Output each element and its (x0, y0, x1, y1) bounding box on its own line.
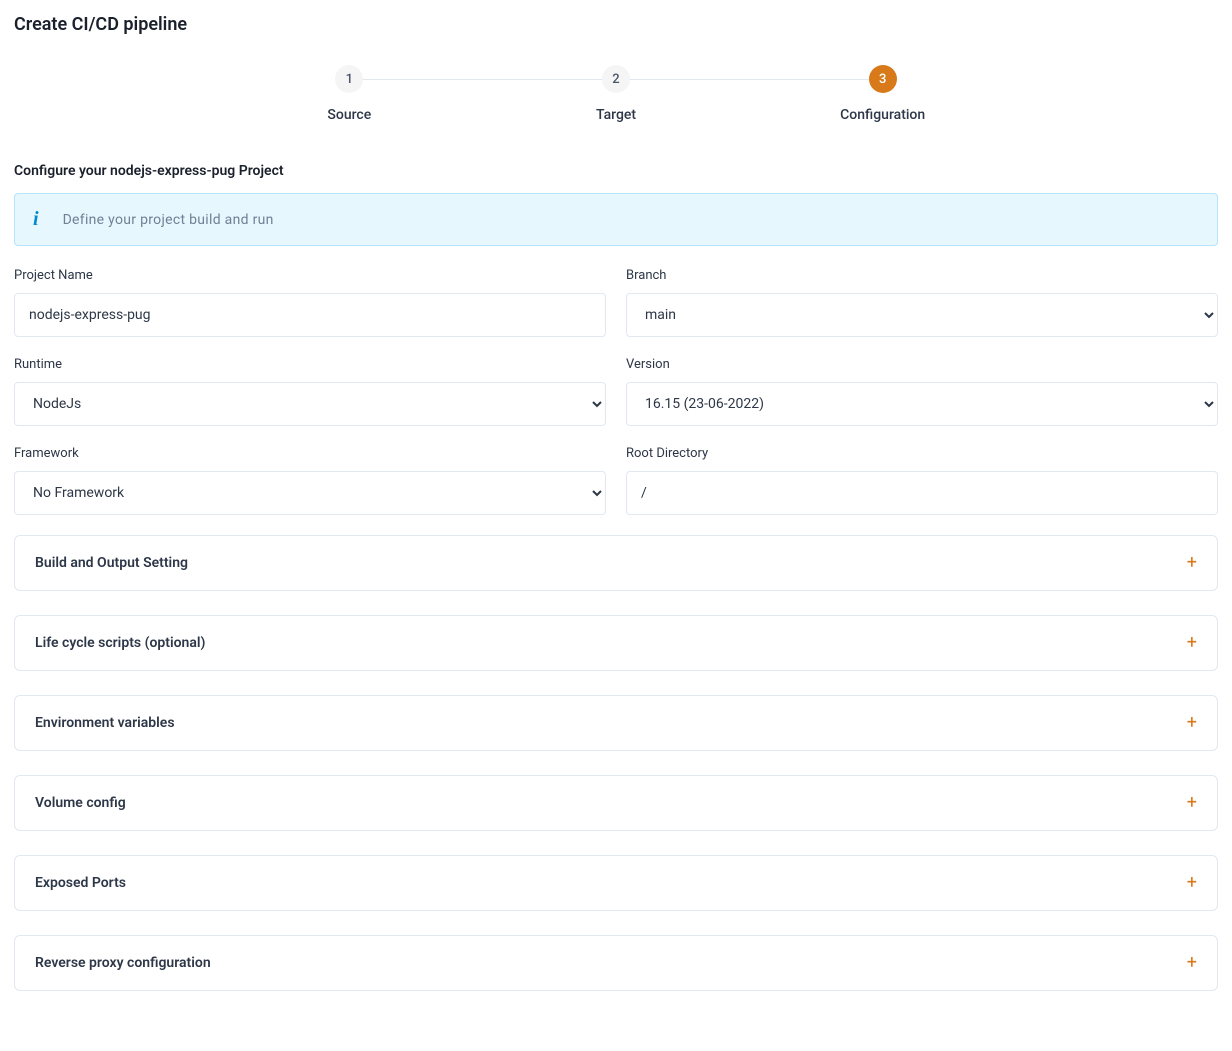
framework-select[interactable]: No Framework (14, 471, 606, 515)
version-group: Version 16.15 (23-06-2022) (626, 357, 1218, 426)
step-label: Source (327, 107, 371, 123)
runtime-label: Runtime (14, 357, 606, 372)
section-heading: Configure your nodejs-express-pug Projec… (14, 163, 1218, 179)
step-label: Target (596, 107, 636, 123)
info-box: i Define your project build and run (14, 193, 1218, 246)
accordion-title: Exposed Ports (35, 875, 126, 891)
plus-icon: + (1187, 634, 1197, 652)
version-label: Version (626, 357, 1218, 372)
framework-group: Framework No Framework (14, 446, 606, 515)
accordion-title: Reverse proxy configuration (35, 955, 211, 971)
page-title: Create CI/CD pipeline (14, 14, 1218, 35)
accordion-title: Life cycle scripts (optional) (35, 635, 205, 651)
step-label: Configuration (840, 107, 925, 123)
accordion-environment-variables[interactable]: Environment variables + (14, 695, 1218, 751)
step-number: 3 (869, 65, 897, 93)
version-select[interactable]: 16.15 (23-06-2022) (626, 382, 1218, 426)
accordion-title: Volume config (35, 795, 126, 811)
step-number: 1 (335, 65, 363, 93)
root-directory-input[interactable] (626, 471, 1218, 515)
accordion-reverse-proxy[interactable]: Reverse proxy configuration + (14, 935, 1218, 991)
runtime-group: Runtime NodeJs (14, 357, 606, 426)
accordion-build-output[interactable]: Build and Output Setting + (14, 535, 1218, 591)
branch-select[interactable]: main (626, 293, 1218, 337)
step-source[interactable]: 1 Source (216, 65, 483, 123)
plus-icon: + (1187, 714, 1197, 732)
plus-icon: + (1187, 554, 1197, 572)
accordion-lifecycle-scripts[interactable]: Life cycle scripts (optional) + (14, 615, 1218, 671)
project-name-input[interactable] (14, 293, 606, 337)
plus-icon: + (1187, 794, 1197, 812)
framework-label: Framework (14, 446, 606, 461)
plus-icon: + (1187, 874, 1197, 892)
root-directory-group: Root Directory (626, 446, 1218, 515)
info-text: Define your project build and run (63, 212, 274, 228)
step-configuration[interactable]: 3 Configuration (749, 65, 1016, 123)
info-icon: i (33, 208, 39, 231)
accordion-exposed-ports[interactable]: Exposed Ports + (14, 855, 1218, 911)
accordion-title: Environment variables (35, 715, 175, 731)
step-number: 2 (602, 65, 630, 93)
step-line (349, 79, 616, 80)
accordion-volume-config[interactable]: Volume config + (14, 775, 1218, 831)
branch-label: Branch (626, 268, 1218, 283)
root-directory-label: Root Directory (626, 446, 1218, 461)
step-target[interactable]: 2 Target (483, 65, 750, 123)
stepper: 1 Source 2 Target 3 Configuration (216, 65, 1016, 123)
branch-group: Branch main (626, 268, 1218, 337)
plus-icon: + (1187, 954, 1197, 972)
runtime-select[interactable]: NodeJs (14, 382, 606, 426)
step-line (616, 79, 883, 80)
project-name-label: Project Name (14, 268, 606, 283)
accordion-title: Build and Output Setting (35, 555, 188, 571)
project-name-group: Project Name (14, 268, 606, 337)
